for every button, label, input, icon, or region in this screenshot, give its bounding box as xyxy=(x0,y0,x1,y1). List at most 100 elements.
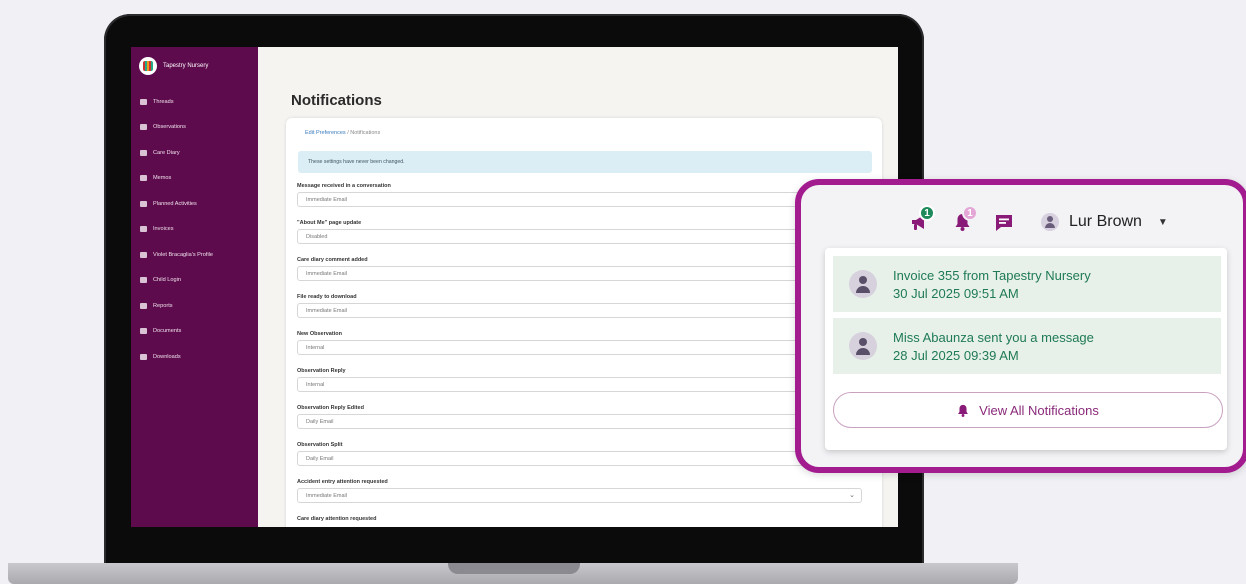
breadcrumb-edit-preferences[interactable]: Edit Preferences xyxy=(305,130,346,136)
setting-select[interactable]: Immediate Email ⌄ xyxy=(297,488,862,503)
sidebar-nav: Threads Observations Care Diary Memos Pl… xyxy=(131,89,258,370)
setting-label: File ready to download xyxy=(297,294,357,300)
view-all-label: View All Notifications xyxy=(979,402,1099,418)
setting-row: Care diary attention requested xyxy=(297,513,875,527)
setting-select-value: Daily Email xyxy=(306,419,334,425)
sidebar-item-label: Reports xyxy=(153,302,173,309)
sidebar-item-label: Planned Activities xyxy=(153,200,197,207)
sidebar-item-reports[interactable]: Reports xyxy=(131,293,258,319)
sidebar-item-label: Threads xyxy=(153,98,174,105)
setting-row: Observation Reply Internal xyxy=(297,365,875,402)
notification-date: 28 Jul 2025 09:39 AM xyxy=(893,347,1019,363)
setting-select[interactable]: Disabled xyxy=(297,229,862,244)
caret-down-icon: ▼ xyxy=(1157,216,1168,228)
setting-row: Observation Split Daily Email xyxy=(297,439,875,476)
setting-row: File ready to download Immediate Email xyxy=(297,291,875,328)
sidebar-item-label: Invoices xyxy=(153,226,174,233)
setting-select[interactable]: Daily Email xyxy=(297,414,862,429)
search-icon xyxy=(140,124,147,131)
sidebar-item-child-login[interactable]: Child Login xyxy=(131,268,258,294)
notification-title: Invoice 355 from Tapestry Nursery xyxy=(893,267,1091,283)
setting-select-value: Disabled xyxy=(306,234,328,240)
setting-select-value: Immediate Email xyxy=(306,308,347,314)
user-name: Lur Brown xyxy=(1069,213,1142,230)
brand[interactable]: Tapestry Nursery xyxy=(131,47,258,85)
setting-select[interactable]: Internal xyxy=(297,340,862,355)
sidebar-item-label: Documents xyxy=(153,328,182,335)
sidebar-item-documents[interactable]: Documents xyxy=(131,319,258,345)
download-icon xyxy=(140,353,147,360)
sidebar-item-care-diary[interactable]: Care Diary xyxy=(131,140,258,166)
settings-list: Message received in a conversation Immed… xyxy=(297,180,875,527)
notification-popup-callout: 1 1 Lur Brown ▼ Invoice 355 from Tapestr… xyxy=(795,179,1246,473)
notification-item[interactable]: Miss Abaunza sent you a message 28 Jul 2… xyxy=(833,318,1221,374)
setting-label: Care diary attention requested xyxy=(297,516,377,522)
stage: Tapestry Nursery Threads Observations Ca… xyxy=(0,0,1246,584)
breadcrumb: Edit Preferences / Notifications xyxy=(305,130,380,136)
notifications-button[interactable]: 1 xyxy=(941,205,983,237)
setting-select-value: Immediate Email xyxy=(306,493,347,499)
breadcrumb-current: Notifications xyxy=(350,130,381,136)
memo-icon xyxy=(140,175,147,182)
user-avatar-icon xyxy=(849,270,877,298)
setting-row: Observation Reply Edited Daily Email xyxy=(297,402,875,439)
sidebar-item-threads[interactable]: Threads xyxy=(131,89,258,115)
sidebar-item-observations[interactable]: Observations xyxy=(131,115,258,141)
sidebar-item-label: Violet Bracaglia's Profile xyxy=(153,251,214,258)
sidebar-item-label: Downloads xyxy=(153,353,181,360)
sidebar-item-label: Observations xyxy=(153,124,186,131)
laptop-screen: Tapestry Nursery Threads Observations Ca… xyxy=(131,47,898,527)
setting-row: Care diary comment added Immediate Email xyxy=(297,254,875,291)
setting-select-value: Immediate Email xyxy=(306,197,347,203)
invoice-icon xyxy=(140,226,147,233)
setting-label: Observation Reply Edited xyxy=(297,405,364,411)
chevron-down-icon: ⌄ xyxy=(849,492,855,499)
notification-text: Miss Abaunza sent you a message 28 Jul 2… xyxy=(893,330,1094,363)
setting-select[interactable]: Immediate Email xyxy=(297,192,862,207)
user-avatar-icon xyxy=(849,332,877,360)
announcements-button[interactable]: 1 xyxy=(899,205,941,237)
announcements-badge: 1 xyxy=(919,205,935,221)
setting-label: Observation Reply xyxy=(297,368,346,374)
key-icon xyxy=(140,277,147,284)
view-all-notifications-button[interactable]: View All Notifications xyxy=(833,392,1223,428)
setting-row: Message received in a conversation Immed… xyxy=(297,180,875,217)
notification-title: Miss Abaunza sent you a message xyxy=(893,329,1094,345)
threads-icon xyxy=(140,98,147,105)
setting-select-value: Daily Email xyxy=(306,456,334,462)
notifications-dropdown: Invoice 355 from Tapestry Nursery 30 Jul… xyxy=(825,248,1227,450)
sidebar-item-memos[interactable]: Memos xyxy=(131,166,258,192)
sidebar-item-label: Care Diary xyxy=(153,149,180,156)
page-title: Notifications xyxy=(291,92,382,109)
laptop-notch xyxy=(448,563,580,574)
sidebar-item-invoices[interactable]: Invoices xyxy=(131,217,258,243)
top-bar: 1 1 Lur Brown ▼ xyxy=(899,205,1168,237)
setting-select[interactable]: Immediate Email xyxy=(297,266,862,281)
sidebar-item-child-profile[interactable]: Violet Bracaglia's Profile xyxy=(131,242,258,268)
breadcrumb-separator: / xyxy=(347,130,349,136)
chat-icon xyxy=(996,214,1012,231)
setting-select-value: Internal xyxy=(306,345,325,351)
setting-select[interactable]: Immediate Email xyxy=(297,303,862,318)
settings-card: Edit Preferences / Notifications These s… xyxy=(286,118,882,527)
activities-icon xyxy=(140,200,147,207)
brand-name: Tapestry Nursery xyxy=(163,63,209,69)
notification-text: Invoice 355 from Tapestry Nursery 30 Jul… xyxy=(893,268,1091,301)
sidebar-item-downloads[interactable]: Downloads xyxy=(131,344,258,370)
notification-date: 30 Jul 2025 09:51 AM xyxy=(893,285,1019,301)
setting-select[interactable]: Daily Email xyxy=(297,451,862,466)
setting-select[interactable]: Internal xyxy=(297,377,862,392)
reports-icon xyxy=(140,302,147,309)
setting-row: Accident entry attention requested Immed… xyxy=(297,476,875,513)
user-menu[interactable]: Lur Brown ▼ xyxy=(1041,213,1168,231)
info-alert: These settings have never been changed. xyxy=(298,151,872,173)
setting-select-value: Immediate Email xyxy=(306,271,347,277)
sidebar-item-planned-activities[interactable]: Planned Activities xyxy=(131,191,258,217)
setting-label: New Observation xyxy=(297,331,342,337)
sidebar-item-label: Child Login xyxy=(153,277,181,284)
messages-button[interactable] xyxy=(983,207,1025,237)
notifications-badge: 1 xyxy=(962,205,978,221)
notification-item[interactable]: Invoice 355 from Tapestry Nursery 30 Jul… xyxy=(833,256,1221,312)
setting-label: Accident entry attention requested xyxy=(297,479,388,485)
setting-row: New Observation Internal xyxy=(297,328,875,365)
